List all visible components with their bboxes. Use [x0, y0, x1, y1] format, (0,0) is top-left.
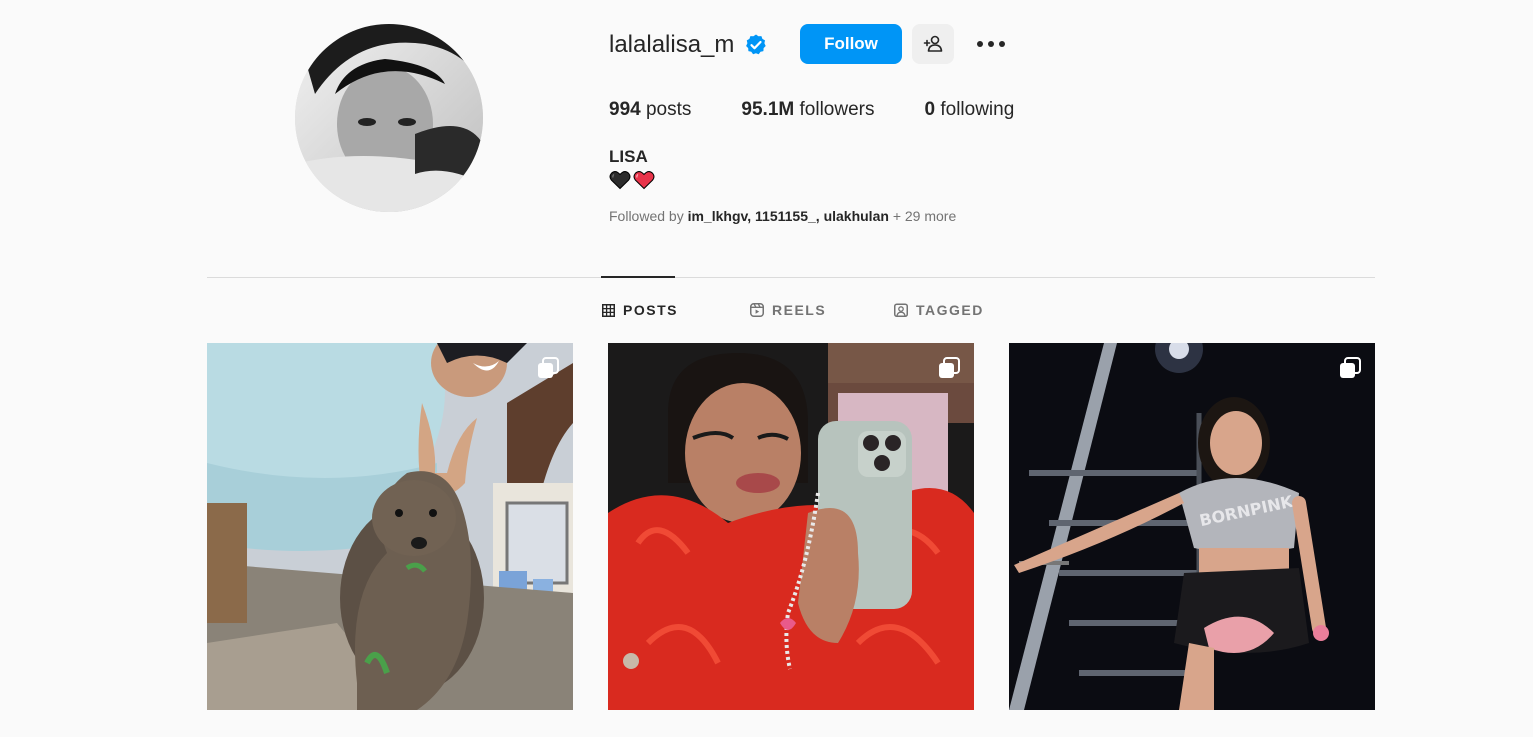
followed-by-text[interactable]: Followed by im_lkhgv, 1151155_, ulakhula…: [609, 208, 956, 224]
tab-label: TAGGED: [916, 302, 984, 318]
add-person-icon: [923, 35, 943, 52]
tab-reels[interactable]: REELS: [750, 302, 826, 318]
following-count: 0: [924, 99, 936, 120]
more-options-button[interactable]: [972, 28, 1010, 60]
red-heart-icon: [633, 171, 655, 190]
tab-label: POSTS: [623, 302, 678, 318]
followed-by-more: + 29 more: [892, 208, 957, 224]
active-tab-indicator: [601, 276, 675, 278]
post-image-red-feathers: [608, 343, 974, 710]
suggested-accounts-button[interactable]: [912, 24, 954, 64]
post-image-stage-stairs: BORNPINK: [1009, 343, 1375, 710]
followed-by-user[interactable]: im_lkhgv: [688, 208, 748, 224]
followed-by-prefix: Followed by: [609, 208, 684, 224]
posts-count: 994: [609, 99, 641, 120]
post-tile[interactable]: BORNPINK: [1009, 343, 1375, 710]
post-tile[interactable]: [608, 343, 974, 710]
multi-photo-icon: [538, 357, 559, 378]
verified-badge-icon: [744, 33, 768, 57]
posts-stat: 994 posts: [609, 99, 691, 121]
black-heart-icon: [609, 171, 631, 190]
profile-full-name: LISA: [609, 147, 648, 166]
tagged-icon: [894, 303, 908, 317]
post-image-quokka: [207, 343, 573, 710]
post-tile[interactable]: [207, 343, 573, 710]
multi-photo-icon: [1340, 357, 1361, 378]
follow-button[interactable]: Follow: [800, 24, 902, 64]
profile-username-row: lalalalisa_m: [609, 30, 768, 60]
followed-by-user[interactable]: 1151155_: [755, 208, 816, 224]
followers-count: 95.1M: [741, 99, 795, 120]
reels-icon: [750, 303, 764, 317]
tab-label: REELS: [772, 302, 827, 318]
profile-avatar[interactable]: [295, 24, 483, 212]
posts-label: posts: [645, 99, 692, 120]
tab-tagged[interactable]: TAGGED: [894, 302, 984, 318]
tabs-divider: [207, 277, 1375, 278]
following-link[interactable]: 0 following: [924, 99, 1014, 121]
tab-posts[interactable]: POSTS: [602, 302, 678, 318]
followers-label: followers: [799, 99, 875, 120]
multi-photo-icon: [939, 357, 960, 378]
profile-stats: 994 posts 95.1M followers 0 following: [609, 99, 1064, 121]
bio-emoji: [609, 170, 655, 190]
followed-by-user[interactable]: ulakhulan: [824, 208, 889, 224]
ellipsis-icon: [977, 41, 1005, 47]
grid-icon: [602, 303, 615, 317]
profile-username: lalalalisa_m: [609, 31, 735, 58]
followers-link[interactable]: 95.1M followers: [741, 99, 874, 121]
following-label: following: [940, 99, 1015, 120]
